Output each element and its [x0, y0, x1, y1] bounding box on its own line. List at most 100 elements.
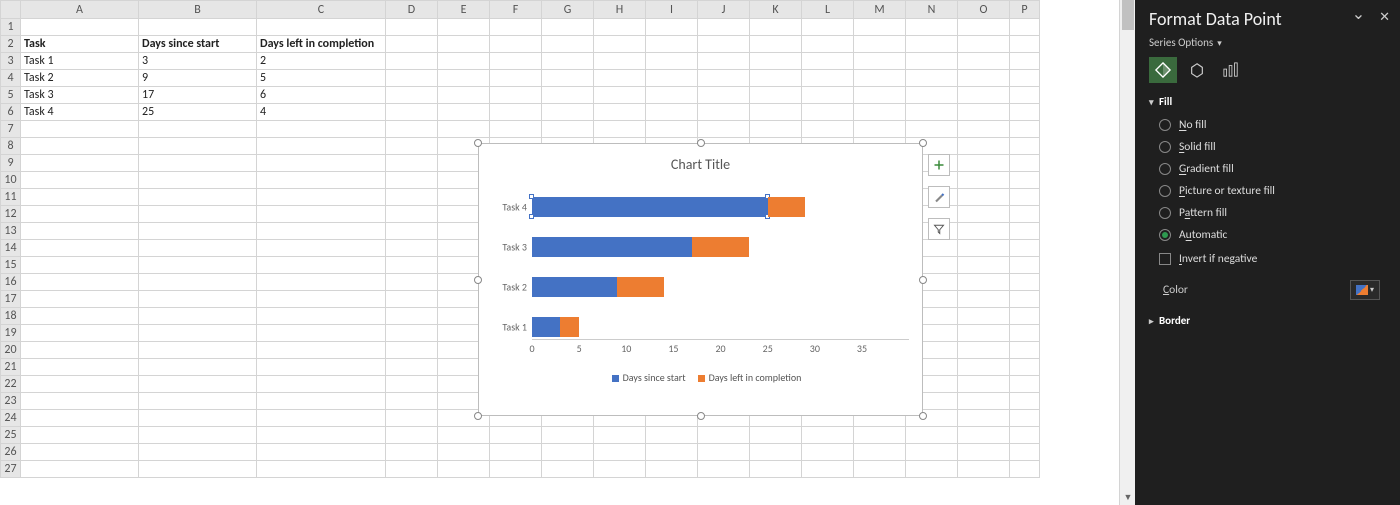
- cell-A21[interactable]: [21, 359, 139, 376]
- cell-P2[interactable]: [1010, 36, 1040, 53]
- cell-G25[interactable]: [542, 427, 594, 444]
- cell-O15[interactable]: [958, 257, 1010, 274]
- column-header-B[interactable]: B: [139, 1, 257, 19]
- cell-B5[interactable]: 17: [139, 87, 257, 104]
- cell-H25[interactable]: [594, 427, 646, 444]
- row-header-3[interactable]: 3: [1, 53, 21, 70]
- cell-B6[interactable]: 25: [139, 104, 257, 121]
- column-header-C[interactable]: C: [257, 1, 386, 19]
- cell-P5[interactable]: [1010, 87, 1040, 104]
- cell-J27[interactable]: [698, 461, 750, 478]
- resize-handle-n[interactable]: [697, 139, 705, 147]
- column-header-E[interactable]: E: [438, 1, 490, 19]
- column-header-I[interactable]: I: [646, 1, 698, 19]
- cell-D27[interactable]: [386, 461, 438, 478]
- cell-M7[interactable]: [854, 121, 906, 138]
- cell-B25[interactable]: [139, 427, 257, 444]
- cell-B20[interactable]: [139, 342, 257, 359]
- cell-J1[interactable]: [698, 19, 750, 36]
- cell-N1[interactable]: [906, 19, 958, 36]
- cell-A5[interactable]: Task 3: [21, 87, 139, 104]
- cell-O24[interactable]: [958, 410, 1010, 427]
- cell-C12[interactable]: [257, 206, 386, 223]
- cell-M27[interactable]: [854, 461, 906, 478]
- cell-O6[interactable]: [958, 104, 1010, 121]
- cell-B10[interactable]: [139, 172, 257, 189]
- cell-I2[interactable]: [646, 36, 698, 53]
- resize-handle-se[interactable]: [919, 412, 927, 420]
- cell-M3[interactable]: [854, 53, 906, 70]
- cell-H3[interactable]: [594, 53, 646, 70]
- fill-option-picture[interactable]: Picture or texture fill: [1159, 180, 1386, 202]
- cell-I25[interactable]: [646, 427, 698, 444]
- cell-B17[interactable]: [139, 291, 257, 308]
- cell-A2[interactable]: Task: [21, 36, 139, 53]
- cell-B15[interactable]: [139, 257, 257, 274]
- cell-A20[interactable]: [21, 342, 139, 359]
- pane-close-icon[interactable]: ✕: [1379, 10, 1390, 25]
- cell-D5[interactable]: [386, 87, 438, 104]
- cell-O26[interactable]: [958, 444, 1010, 461]
- cell-D18[interactable]: [386, 308, 438, 325]
- cell-L2[interactable]: [802, 36, 854, 53]
- cell-P20[interactable]: [1010, 342, 1040, 359]
- cell-B19[interactable]: [139, 325, 257, 342]
- chart-bar-segment[interactable]: [532, 197, 768, 217]
- row-header-8[interactable]: 8: [1, 138, 21, 155]
- row-header-1[interactable]: 1: [1, 19, 21, 36]
- cell-D4[interactable]: [386, 70, 438, 87]
- series-options-tab-icon[interactable]: [1217, 57, 1245, 83]
- chart-title[interactable]: Chart Title: [487, 156, 914, 173]
- cell-A4[interactable]: Task 2: [21, 70, 139, 87]
- fill-option-gradient[interactable]: Gradient fill: [1159, 158, 1386, 180]
- cell-M25[interactable]: [854, 427, 906, 444]
- chart-bar-segment[interactable]: [532, 237, 692, 257]
- cell-C11[interactable]: [257, 189, 386, 206]
- cell-A24[interactable]: [21, 410, 139, 427]
- cell-O8[interactable]: [958, 138, 1010, 155]
- cell-M2[interactable]: [854, 36, 906, 53]
- row-header-13[interactable]: 13: [1, 223, 21, 240]
- cell-I1[interactable]: [646, 19, 698, 36]
- chart-bar-segment[interactable]: [768, 197, 806, 217]
- cell-M4[interactable]: [854, 70, 906, 87]
- cell-E1[interactable]: [438, 19, 490, 36]
- cell-K25[interactable]: [750, 427, 802, 444]
- cell-J4[interactable]: [698, 70, 750, 87]
- cell-B13[interactable]: [139, 223, 257, 240]
- cell-O2[interactable]: [958, 36, 1010, 53]
- row-header-16[interactable]: 16: [1, 274, 21, 291]
- cell-K2[interactable]: [750, 36, 802, 53]
- cell-J26[interactable]: [698, 444, 750, 461]
- vertical-scrollbar[interactable]: ▲ ▼: [1119, 0, 1135, 505]
- cell-P6[interactable]: [1010, 104, 1040, 121]
- column-header-J[interactable]: J: [698, 1, 750, 19]
- cell-K5[interactable]: [750, 87, 802, 104]
- cell-O4[interactable]: [958, 70, 1010, 87]
- cell-M5[interactable]: [854, 87, 906, 104]
- scrollbar-thumb[interactable]: [1122, 0, 1134, 30]
- cell-D1[interactable]: [386, 19, 438, 36]
- row-header-2[interactable]: 2: [1, 36, 21, 53]
- cell-E6[interactable]: [438, 104, 490, 121]
- chart-bar-segment[interactable]: [532, 277, 617, 297]
- column-header-K[interactable]: K: [750, 1, 802, 19]
- cell-L1[interactable]: [802, 19, 854, 36]
- row-header-14[interactable]: 14: [1, 240, 21, 257]
- cell-O16[interactable]: [958, 274, 1010, 291]
- row-header-22[interactable]: 22: [1, 376, 21, 393]
- cell-O20[interactable]: [958, 342, 1010, 359]
- cell-K6[interactable]: [750, 104, 802, 121]
- cell-I4[interactable]: [646, 70, 698, 87]
- cell-P11[interactable]: [1010, 189, 1040, 206]
- row-header-24[interactable]: 24: [1, 410, 21, 427]
- cell-A27[interactable]: [21, 461, 139, 478]
- chart-bar-segment[interactable]: [532, 317, 560, 337]
- cell-D23[interactable]: [386, 393, 438, 410]
- cell-B7[interactable]: [139, 121, 257, 138]
- row-header-9[interactable]: 9: [1, 155, 21, 172]
- cell-D16[interactable]: [386, 274, 438, 291]
- cell-P4[interactable]: [1010, 70, 1040, 87]
- cell-C8[interactable]: [257, 138, 386, 155]
- cell-L27[interactable]: [802, 461, 854, 478]
